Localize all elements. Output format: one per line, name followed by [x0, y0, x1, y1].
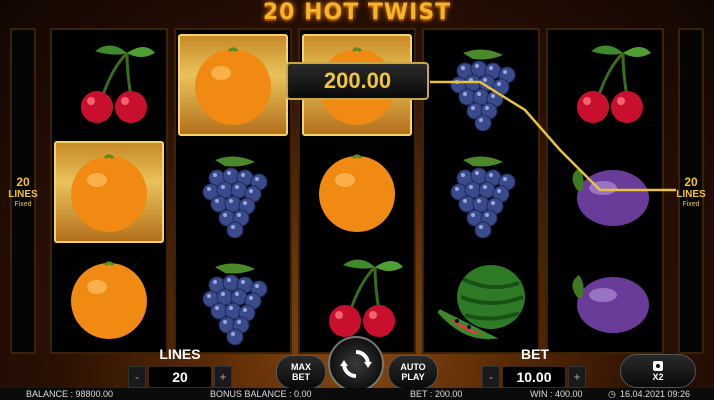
lines-panel-left: 20 LINES Fixed — [8, 28, 38, 354]
lines-decrease-button[interactable]: - — [128, 366, 146, 388]
auto-play-button[interactable]: AUTO PLAY — [388, 355, 438, 389]
gamble-card-icon — [653, 361, 663, 371]
max-bet-label-line2: BET — [292, 372, 310, 382]
balance-readout: BALANCE : 98800.00 — [26, 389, 114, 399]
game-title: 20 HOT TWIST — [262, 0, 452, 25]
bet-control-label: BET — [521, 346, 549, 362]
total-bet-readout: BET : 200.00 — [410, 389, 463, 399]
cherry-icon — [302, 248, 412, 350]
bet-value: 10.00 — [502, 366, 566, 388]
lines-label: LINES — [8, 188, 38, 200]
auto-play-label-line1: AUTO — [400, 362, 426, 372]
win-readout: WIN : 400.00 — [530, 389, 583, 399]
lines-fixed-label: Fixed — [14, 200, 32, 208]
plum-icon — [550, 141, 660, 243]
gamble-x2-label: X2 — [652, 372, 664, 382]
grapes-icon — [178, 141, 288, 243]
game-stage: 20 HOT TWIST 20 LINES Fixed 20 LINES Fix… — [0, 0, 714, 400]
grapes-icon — [426, 34, 536, 136]
orange-icon — [178, 34, 288, 136]
cherry-icon — [54, 34, 164, 136]
reel-4 — [422, 28, 540, 354]
status-bar: BALANCE : 98800.00 BONUS BALANCE : 0.00 … — [0, 388, 714, 400]
lines-fixed-label: Fixed — [682, 200, 700, 208]
datetime-readout: 16.04.2021 09:26 — [620, 389, 691, 399]
reel-5 — [546, 28, 664, 354]
bet-increase-button[interactable]: + — [568, 366, 586, 388]
spin-button[interactable] — [328, 336, 384, 392]
lines-count: 20 — [684, 174, 698, 189]
lines-control-label: LINES — [159, 346, 201, 362]
lines-value: 20 — [148, 366, 212, 388]
bonus-balance-readout: BONUS BALANCE : 0.00 — [210, 389, 312, 399]
orange-icon — [302, 141, 412, 243]
auto-play-label-line2: PLAY — [401, 372, 425, 382]
orange-icon — [54, 248, 164, 350]
lines-panel-right: 20 LINES Fixed — [676, 28, 706, 354]
clock-icon: ◷ — [608, 388, 616, 399]
grapes-icon — [426, 141, 536, 243]
reel-1 — [50, 28, 168, 354]
cherry-icon — [550, 34, 660, 136]
reel-2 — [174, 28, 292, 354]
max-bet-label-line1: MAX — [291, 362, 311, 372]
watermelon-icon — [426, 248, 536, 350]
lines-label: LINES — [676, 188, 706, 200]
refresh-arrows-icon — [340, 350, 372, 378]
max-bet-button[interactable]: MAX BET — [276, 355, 326, 389]
win-amount-display: 200.00 — [286, 62, 429, 100]
orange-icon — [54, 141, 164, 243]
lines-count: 20 — [16, 174, 30, 189]
lines-increase-button[interactable]: + — [214, 366, 232, 388]
bet-decrease-button[interactable]: - — [482, 366, 500, 388]
plum-icon — [550, 248, 660, 350]
grapes-icon — [178, 248, 288, 350]
gamble-x2-button[interactable]: X2 — [620, 354, 696, 388]
